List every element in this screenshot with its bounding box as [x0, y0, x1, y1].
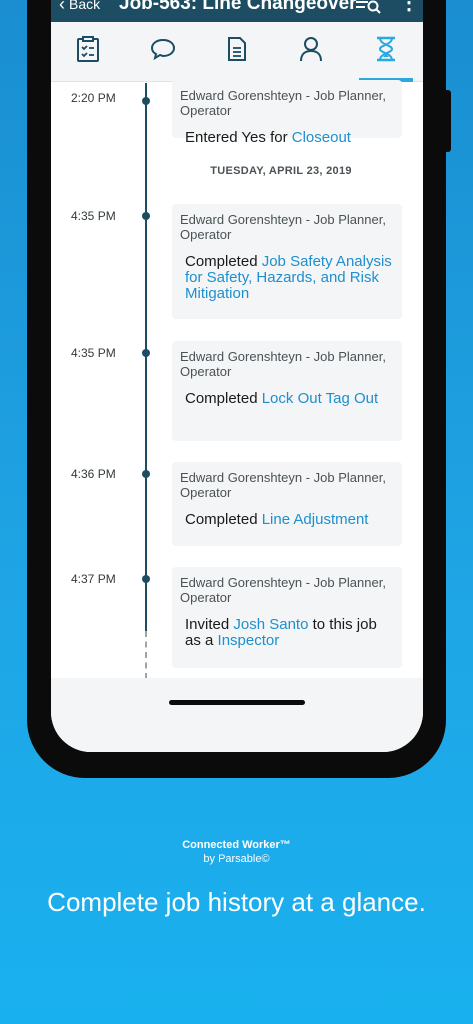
- chevron-left-icon: ‹: [59, 0, 65, 14]
- entry-link[interactable]: Josh Santo: [233, 616, 308, 633]
- entry-time: 4:37 PM: [71, 572, 116, 586]
- timeline-dot: [142, 349, 150, 357]
- back-label: Back: [69, 0, 101, 12]
- entry-time: 4:35 PM: [71, 209, 116, 223]
- history-entry: Edward Gorenshteyn - Job Planner, Operat…: [172, 341, 402, 441]
- clipboard-check-icon: [76, 36, 100, 67]
- entry-link[interactable]: Inspector: [218, 632, 280, 649]
- entry-link[interactable]: Lock Out Tag Out: [262, 390, 378, 407]
- timeline-dot: [142, 97, 150, 105]
- entry-author: Edward Gorenshteyn - Job Planner, Operat…: [180, 349, 386, 379]
- more-vertical-icon[interactable]: ⋮: [399, 0, 419, 15]
- entry-author: Edward Gorenshteyn - Job Planner, Operat…: [180, 212, 386, 242]
- history-entry: Edward Gorenshteyn - Job Planner, Operat…: [172, 80, 402, 146]
- entry-text: Invited Josh Santo to this job as a Insp…: [185, 616, 377, 649]
- list-search-icon[interactable]: [355, 0, 381, 19]
- history-entry: Edward Gorenshteyn - Job Planner, Operat…: [172, 204, 402, 319]
- tab-document[interactable]: [200, 22, 274, 81]
- history-timeline[interactable]: 2:20 PM Edward Gorenshteyn - Job Planner…: [51, 80, 423, 680]
- side-button: [445, 90, 451, 152]
- entry-text: Completed Lock Out Tag Out: [185, 390, 379, 407]
- phone-screen: ‹ Back Job-563: Line Changeover ⋮ 2:20 P…: [51, 0, 423, 752]
- entry-author: Edward Gorenshteyn - Job Planner, Operat…: [180, 88, 386, 118]
- tab-people[interactable]: [274, 22, 348, 81]
- hourglass-icon: [375, 36, 397, 67]
- app-bar: ‹ Back Job-563: Line Changeover ⋮: [51, 0, 423, 22]
- back-button[interactable]: ‹ Back: [59, 0, 101, 14]
- page-title: Job-563: Line Changeover: [119, 0, 357, 14]
- day-separator: TUESDAY, APRIL 23, 2019: [210, 165, 352, 177]
- document-icon: [226, 36, 248, 67]
- home-indicator[interactable]: [169, 700, 305, 705]
- tab-bar: [51, 22, 423, 82]
- tab-checklist[interactable]: [51, 22, 125, 81]
- entry-author: Edward Gorenshteyn - Job Planner, Operat…: [180, 470, 386, 500]
- phone-frame: ‹ Back Job-563: Line Changeover ⋮ 2:20 P…: [27, 0, 451, 778]
- entry-link[interactable]: Line Adjustment: [262, 511, 369, 528]
- speech-bubble-icon: [150, 37, 176, 66]
- brand-name: Connected Worker™: [182, 839, 291, 851]
- timeline-dot: [142, 575, 150, 583]
- history-entry: Edward Gorenshteyn - Job Planner, Operat…: [172, 462, 402, 546]
- bottom-bar: [51, 678, 423, 752]
- entry-time: 4:36 PM: [71, 467, 116, 481]
- timeline-dashed-line: [145, 631, 147, 679]
- tab-comments[interactable]: [125, 22, 199, 81]
- entry-link[interactable]: Closeout: [292, 129, 351, 146]
- marketing-tagline: Complete job history at a glance.: [47, 887, 426, 917]
- entry-time: 2:20 PM: [71, 91, 116, 105]
- entry-time: 4:35 PM: [71, 346, 116, 360]
- tab-history[interactable]: [349, 22, 423, 82]
- entry-text: Completed Line Adjustment: [185, 511, 369, 528]
- person-icon: [299, 36, 323, 67]
- brand-byline: by Parsable©: [203, 853, 270, 865]
- entry-author: Edward Gorenshteyn - Job Planner, Operat…: [180, 575, 386, 605]
- timeline-dot: [142, 212, 150, 220]
- history-entry: Edward Gorenshteyn - Job Planner, Operat…: [172, 567, 402, 668]
- entry-text: Entered Yes for Closeout: [185, 129, 351, 146]
- timeline-dot: [142, 470, 150, 478]
- entry-text: Completed Job Safety Analysis for Safety…: [185, 253, 392, 302]
